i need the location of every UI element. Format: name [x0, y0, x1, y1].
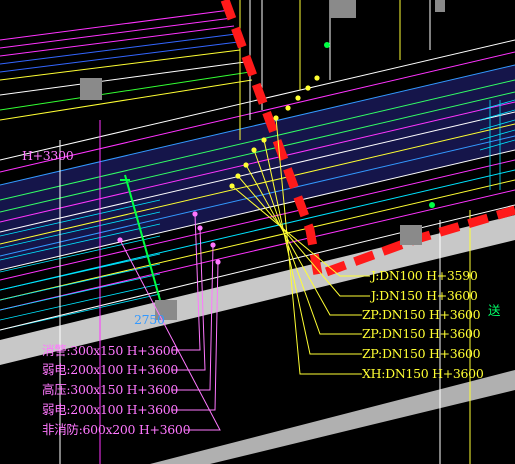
pipe-label: ZP:DN150 H+3600 — [362, 307, 481, 322]
pipe-label: J:DN100 H+3590 — [371, 268, 478, 283]
road-band-lower — [150, 370, 515, 464]
pipe-label: J:DN150 H+3600 — [371, 288, 478, 303]
tray-label: 弱电:200x100 H+3600 — [42, 362, 179, 377]
tray-label: 弱电:200x100 H+3600 — [42, 402, 179, 417]
cad-viewport[interactable]: H+3300 2750 送 J:DN100 H+3590 J:DN150 H+3… — [0, 0, 515, 464]
tray-label: 高压:300x150 H+3600 — [42, 382, 179, 397]
mark-right: 送 — [488, 303, 501, 318]
tray-label: 非消防:600x200 H+3600 — [42, 422, 191, 437]
pipe-label: XH:DN150 H+3600 — [362, 366, 484, 381]
pipe-label: ZP:DN150 H+3600 — [362, 346, 481, 361]
mark-2750: 2750 — [134, 312, 165, 327]
tray-label: 消警:300x150 H+3600 — [42, 343, 179, 358]
pipe-label: ZP:DN150 H+3600 — [362, 326, 481, 341]
elevation-label: H+3300 — [22, 148, 74, 163]
top-left-line-bundle — [0, 9, 253, 121]
